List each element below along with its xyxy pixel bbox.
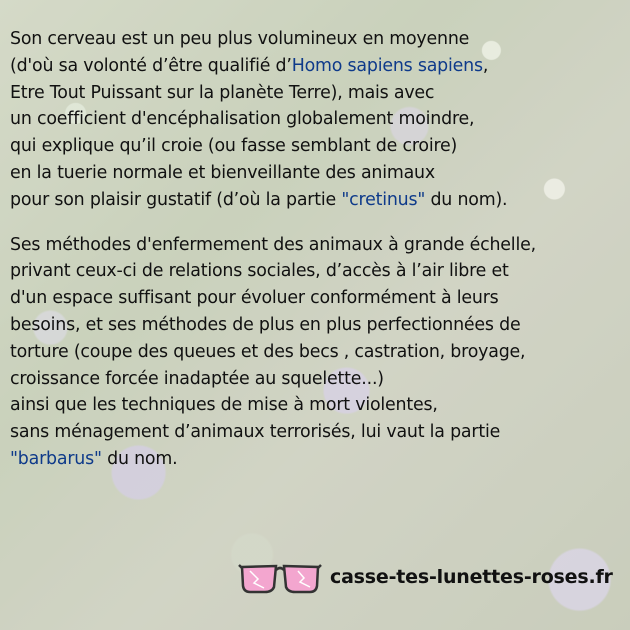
p1-line-1: Son cerveau est un peu plus volumineux e… <box>10 29 470 49</box>
p2-line-8: sans ménagement d’animaux terrorisés, lu… <box>10 422 501 443</box>
p2-line-5: torture (coupe des queues et des becs , … <box>10 341 526 362</box>
p2-line-2: privant ceux-ci de relations sociales, d… <box>10 261 509 282</box>
p2-line-7: ainsi que les techniques de mise à mort … <box>10 395 438 416</box>
homo-sapiens-highlight: Homo sapiens sapiens <box>291 55 483 76</box>
p1-line-3: Etre Tout Puissant sur la planète Terre)… <box>10 82 435 103</box>
p1-line-2-end: , <box>482 55 489 76</box>
p2-line-9: "barbarus" du nom. <box>10 446 618 473</box>
p1-line-4: un coefficient d'encéphalisation globale… <box>10 109 475 130</box>
p1-line-2-text: (d'où sa volonté d’être qualifié d’ <box>10 55 292 76</box>
p2-line-4: besoins, et ses méthodes de plus en plus… <box>10 314 521 335</box>
p2-line-6: croissance forcée inadaptée au squelette… <box>10 368 384 389</box>
p2-line-3: d'un espace suffisant pour évoluer confo… <box>10 288 499 309</box>
page-canvas: Son cerveau est un peu plus volumineux e… <box>0 0 630 630</box>
p1-line-6: en la tuerie normale et bienveillante de… <box>10 162 435 183</box>
website-url[interactable]: casse-tes-lunettes-roses.fr <box>330 566 613 588</box>
footer: casse-tes-lunettes-roses.fr <box>238 556 618 598</box>
p1-line-2: (d'où sa volonté d’être qualifié d’Homo … <box>10 53 618 80</box>
p2-line-9-end: du nom. <box>101 448 178 469</box>
cretinus-highlight: "cretinus" <box>341 189 426 210</box>
p2-line-1: Ses méthodes d'enfermement des animaux à… <box>10 234 536 255</box>
broken-pink-glasses-icon <box>238 564 322 594</box>
p1-line-7-text: pour son plaisir gustatif (d’où la parti… <box>10 189 342 210</box>
p1-line-7: pour son plaisir gustatif (d’où la parti… <box>10 187 618 214</box>
p1-line-5: qui explique qu’il croie (ou fasse sembl… <box>10 136 458 157</box>
barbarus-highlight: "barbarus" <box>10 448 102 469</box>
p1-line-7-end: du nom). <box>425 189 508 210</box>
main-text: Son cerveau est un peu plus volumineux e… <box>10 26 618 473</box>
